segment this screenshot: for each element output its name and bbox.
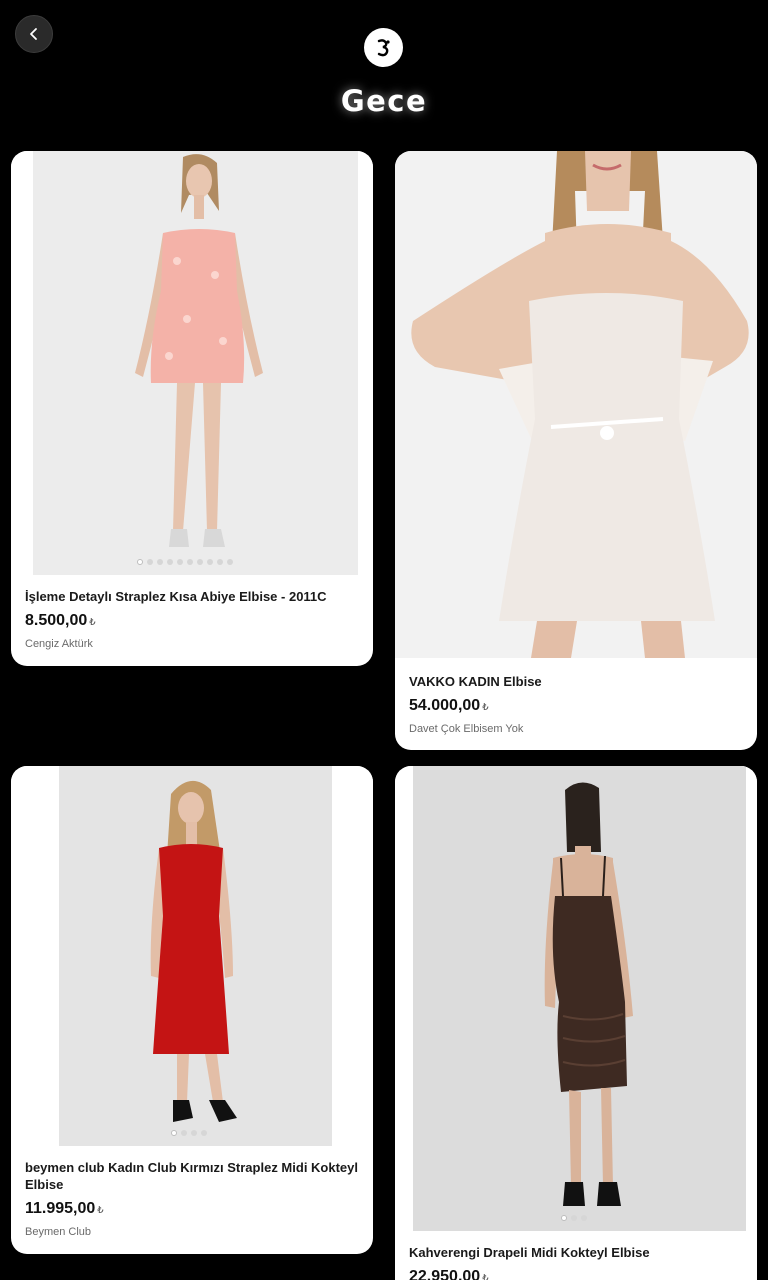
- product-image: [11, 151, 373, 575]
- image-carousel-dots[interactable]: [561, 1215, 587, 1221]
- carousel-dot[interactable]: [167, 559, 173, 565]
- carousel-dot[interactable]: [177, 559, 183, 565]
- image-carousel-dots[interactable]: [137, 559, 233, 565]
- carousel-dot[interactable]: [217, 559, 223, 565]
- product-seller: Cengiz Aktürk: [25, 638, 93, 650]
- carousel-dot[interactable]: [561, 1215, 567, 1221]
- currency-symbol: ₺: [89, 617, 96, 628]
- carousel-dot[interactable]: [571, 1215, 577, 1221]
- price-value: 54.000,00: [409, 697, 481, 714]
- product-image: [395, 151, 757, 658]
- carousel-dot[interactable]: [581, 1215, 587, 1221]
- back-button[interactable]: [15, 15, 53, 53]
- currency-symbol: ₺: [482, 702, 489, 713]
- product-price: 54.000,00 ₺: [409, 697, 743, 715]
- carousel-dot[interactable]: [201, 1130, 207, 1136]
- product-seller: Davet Çok Elbisem Yok: [409, 723, 524, 735]
- carousel-dot[interactable]: [137, 559, 143, 565]
- product-card[interactable]: Kahverengi Drapeli Midi Kokteyl Elbise 2…: [395, 766, 757, 1280]
- price-value: 8.500,00: [25, 612, 88, 629]
- product-info: Kahverengi Drapeli Midi Kokteyl Elbise 2…: [409, 1244, 743, 1280]
- page-title: Gece: [340, 84, 428, 118]
- carousel-dot[interactable]: [191, 1130, 197, 1136]
- product-title: Kahverengi Drapeli Midi Kokteyl Elbise: [409, 1245, 650, 1260]
- product-info: beymen club Kadın Club Kırmızı Straplez …: [25, 1159, 359, 1238]
- product-price: 22.950,00 ₺: [409, 1268, 743, 1280]
- carousel-dot[interactable]: [157, 559, 163, 565]
- product-price: 11.995,00 ₺: [25, 1200, 359, 1218]
- product-info: İşleme Detaylı Straplez Kısa Abiye Elbis…: [25, 588, 359, 650]
- carousel-dot[interactable]: [187, 559, 193, 565]
- product-seller: Beymen Club: [25, 1226, 92, 1238]
- product-price: 8.500,00 ₺: [25, 612, 359, 630]
- product-card[interactable]: İşleme Detaylı Straplez Kısa Abiye Elbis…: [11, 151, 373, 666]
- carousel-dot[interactable]: [197, 559, 203, 565]
- brand-logo-icon: [364, 28, 403, 67]
- carousel-dot[interactable]: [181, 1130, 187, 1136]
- price-value: 11.995,00: [25, 1200, 96, 1217]
- product-card[interactable]: VAKKO KADIN Elbise 54.000,00 ₺ Davet Çok …: [395, 151, 757, 750]
- product-title: VAKKO KADIN Elbise: [409, 674, 542, 689]
- currency-symbol: ₺: [482, 1273, 489, 1280]
- product-title: beymen club Kadın Club Kırmızı Straplez …: [25, 1160, 358, 1192]
- image-carousel-dots[interactable]: [171, 1130, 207, 1136]
- product-image: [11, 766, 373, 1146]
- product-image: [395, 766, 757, 1231]
- carousel-dot[interactable]: [171, 1130, 177, 1136]
- product-info: VAKKO KADIN Elbise 54.000,00 ₺ Davet Çok …: [409, 673, 743, 735]
- carousel-dot[interactable]: [227, 559, 233, 565]
- product-title: İşleme Detaylı Straplez Kısa Abiye Elbis…: [25, 589, 327, 604]
- carousel-dot[interactable]: [207, 559, 213, 565]
- carousel-dot[interactable]: [147, 559, 153, 565]
- product-card[interactable]: beymen club Kadın Club Kırmızı Straplez …: [11, 766, 373, 1254]
- price-value: 22.950,00: [409, 1268, 481, 1280]
- chevron-left-icon: [30, 28, 37, 40]
- currency-symbol: ₺: [97, 1205, 104, 1216]
